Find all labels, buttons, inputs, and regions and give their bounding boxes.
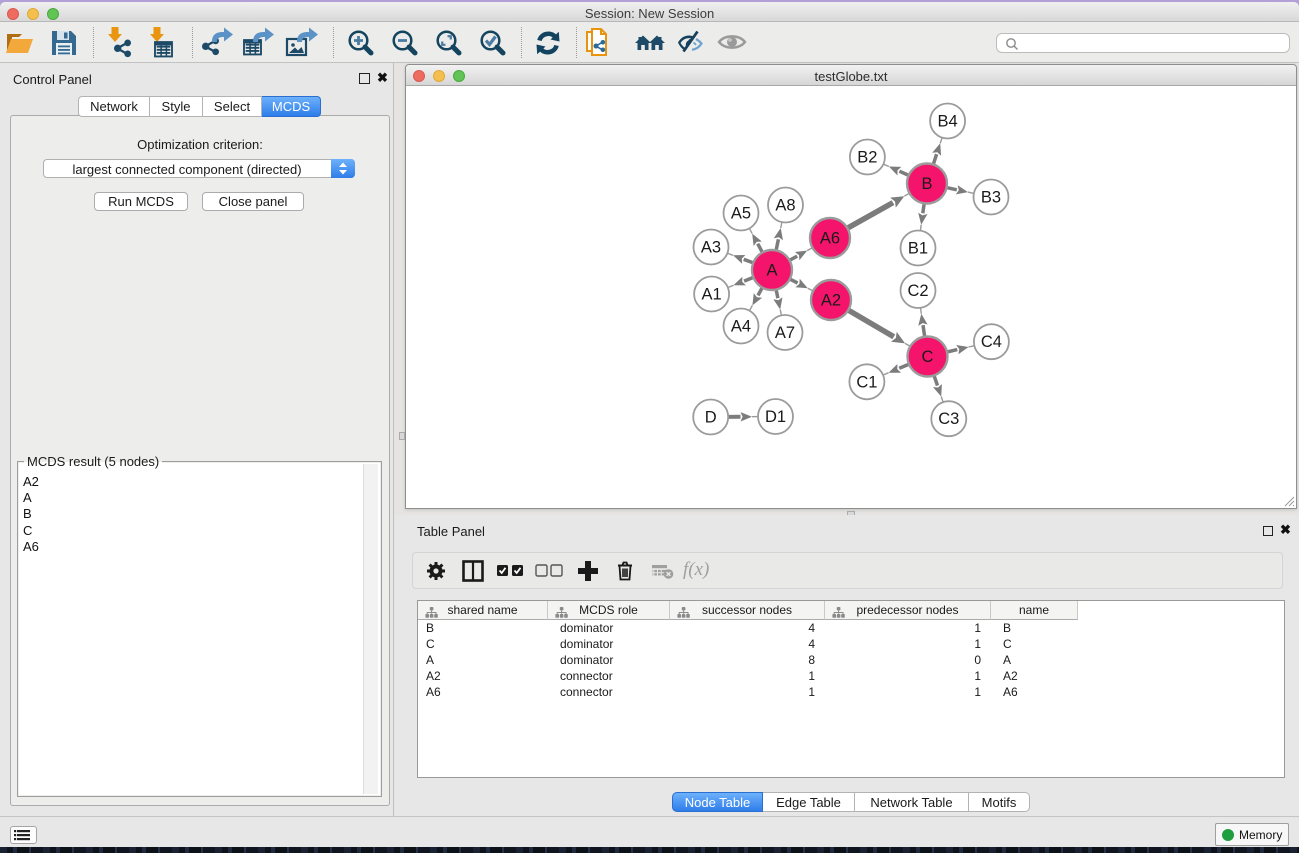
svg-text:A7: A7 bbox=[775, 324, 795, 342]
svg-text:A: A bbox=[766, 262, 777, 280]
svg-text:A3: A3 bbox=[701, 239, 721, 257]
svg-text:A5: A5 bbox=[731, 205, 751, 223]
svg-text:C4: C4 bbox=[981, 333, 1002, 351]
svg-text:B4: B4 bbox=[938, 113, 958, 131]
svg-text:A1: A1 bbox=[702, 286, 722, 304]
svg-text:B: B bbox=[921, 175, 932, 193]
svg-text:B3: B3 bbox=[981, 189, 1001, 207]
svg-text:C3: C3 bbox=[938, 410, 959, 428]
svg-text:C: C bbox=[922, 348, 934, 366]
svg-text:A6: A6 bbox=[820, 230, 840, 248]
svg-text:B1: B1 bbox=[908, 240, 928, 258]
svg-text:A4: A4 bbox=[731, 318, 751, 336]
svg-text:C1: C1 bbox=[856, 373, 877, 391]
svg-text:A2: A2 bbox=[821, 292, 841, 310]
svg-text:D: D bbox=[705, 409, 717, 427]
svg-text:D1: D1 bbox=[765, 408, 786, 426]
svg-text:B2: B2 bbox=[857, 149, 877, 167]
svg-text:A8: A8 bbox=[775, 197, 795, 215]
svg-text:C2: C2 bbox=[907, 282, 928, 300]
